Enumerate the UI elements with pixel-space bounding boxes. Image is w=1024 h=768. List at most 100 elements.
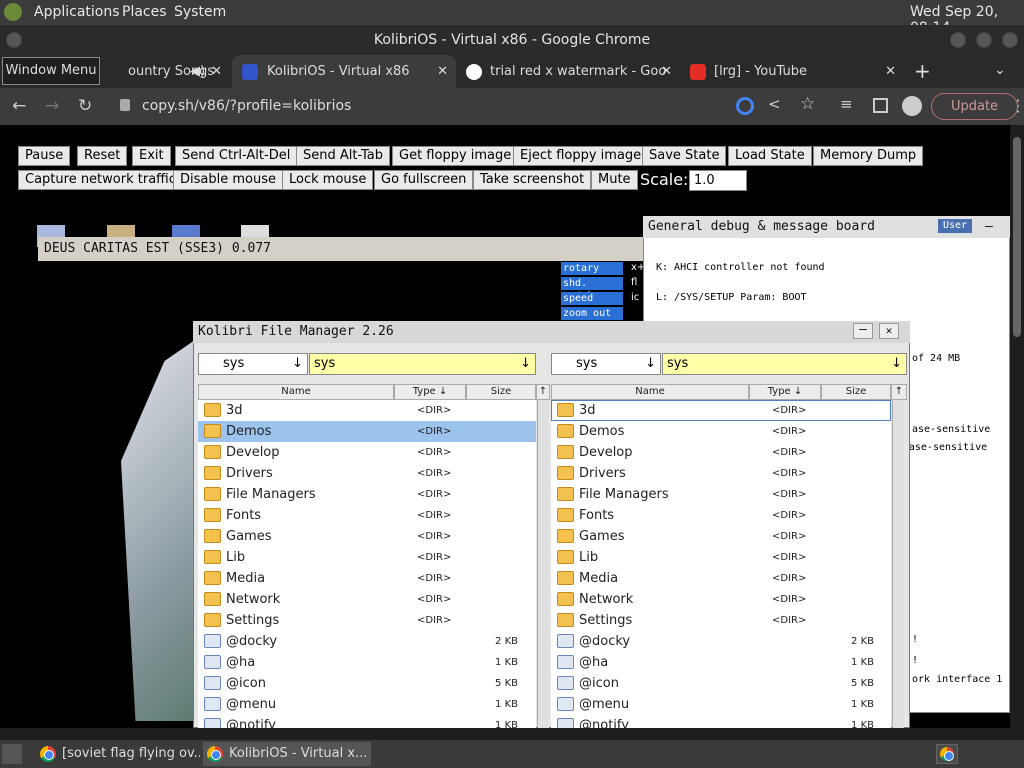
file-row[interactable]: @docky 2 KB	[198, 631, 536, 652]
file-row[interactable]: Fonts <DIR>	[198, 505, 536, 526]
minimize-icon[interactable]: –	[853, 323, 873, 339]
file-row[interactable]: Games <DIR>	[551, 526, 891, 547]
tab-country-songs[interactable]: ountry Songs ◀) ✕	[100, 55, 230, 88]
tab-trial-red-x[interactable]: trial red x watermark - Goo ✕	[458, 55, 680, 88]
file-row[interactable]: Fonts <DIR>	[551, 505, 891, 526]
file-row[interactable]: Develop <DIR>	[551, 442, 891, 463]
user-button[interactable]: User	[938, 219, 972, 233]
file-row[interactable]: Settings <DIR>	[198, 610, 536, 631]
tab-close-icon[interactable]: ✕	[885, 55, 896, 88]
file-row[interactable]: File Managers <DIR>	[198, 484, 536, 505]
show-desktop-icon[interactable]	[2, 744, 22, 764]
google-lens-icon[interactable]	[736, 97, 754, 115]
file-manager-title[interactable]: Kolibri File Manager 2.26 – ✕	[193, 321, 910, 343]
tab-kolibrios[interactable]: KolibriOS - Virtual x86 ✕	[232, 55, 456, 88]
distro-logo-icon[interactable]	[4, 3, 22, 21]
type-column-header[interactable]: Type ↓	[394, 384, 466, 400]
go-fullscreen-button[interactable]: Go fullscreen	[374, 170, 474, 190]
file-row[interactable]: Lib <DIR>	[551, 547, 891, 568]
file-row[interactable]: Drivers <DIR>	[198, 463, 536, 484]
left-scrollbar[interactable]	[537, 400, 549, 728]
size-column-header[interactable]: Size	[466, 384, 536, 400]
pause-button[interactable]: Pause	[18, 146, 71, 166]
demo-window-title[interactable]: DEUS CARITAS EST (SSE3) 0.077	[38, 237, 643, 261]
reload-button[interactable]: ↻	[78, 96, 92, 116]
vertical-scrollbar[interactable]	[1010, 125, 1024, 740]
horizontal-scrollbar[interactable]	[0, 728, 1010, 740]
file-row[interactable]: Demos <DIR>	[551, 421, 891, 442]
type-column-header[interactable]: Type ↓	[749, 384, 821, 400]
load-state-button[interactable]: Load State	[728, 146, 812, 166]
send-ctrl-alt-del-button[interactable]: Send Ctrl-Alt-Del	[175, 146, 298, 166]
scrollbar-thumb[interactable]	[1013, 137, 1021, 337]
scroll-up-button[interactable]: ↑	[536, 384, 550, 400]
minimize-icon[interactable]: –	[985, 216, 993, 238]
file-row[interactable]: @menu 1 KB	[551, 694, 891, 715]
right-path-field[interactable]: sys ↓	[662, 353, 907, 375]
arrow-down-icon[interactable]: ↓	[891, 354, 902, 374]
system-menu[interactable]: System	[174, 4, 226, 20]
forward-button[interactable]: →	[45, 96, 59, 116]
lock-mouse-button[interactable]: Lock mouse	[282, 170, 374, 190]
share-icon[interactable]: <	[768, 95, 781, 113]
eject-floppy-image-button[interactable]: Eject floppy image	[513, 146, 649, 166]
file-row[interactable]: @icon 5 KB	[198, 673, 536, 694]
rotary-button[interactable]: rotary	[561, 262, 623, 275]
file-row[interactable]: Media <DIR>	[198, 568, 536, 589]
close-icon[interactable]: ✕	[879, 323, 899, 339]
name-column-header[interactable]: Name	[198, 384, 394, 400]
file-row[interactable]: Demos <DIR>	[198, 421, 536, 442]
file-row[interactable]: Develop <DIR>	[198, 442, 536, 463]
file-row[interactable]: @notify 1 KB	[198, 715, 536, 728]
taskbar-item[interactable]: [soviet flag flying ov...	[36, 742, 200, 766]
zoom-out-button[interactable]: zoom out	[561, 307, 623, 320]
address-bar[interactable]: copy.sh/v86/?profile=kolibrios	[110, 94, 720, 119]
tab-youtube[interactable]: [lrg] - YouTube ✕	[682, 55, 904, 88]
applications-menu[interactable]: Applications	[34, 4, 120, 20]
file-row[interactable]: @menu 1 KB	[198, 694, 536, 715]
tab-close-icon[interactable]: ✕	[211, 55, 222, 88]
new-tab-button[interactable]: +	[914, 59, 931, 83]
file-row[interactable]: Settings <DIR>	[551, 610, 891, 631]
file-row[interactable]: @docky 2 KB	[551, 631, 891, 652]
left-file-list[interactable]: 3d <DIR> Demos <DIR> Develop <DIR> Drivers <DIR…	[198, 400, 536, 728]
back-button[interactable]: ←	[12, 96, 26, 116]
file-row[interactable]: Games <DIR>	[198, 526, 536, 547]
file-row[interactable]: Network <DIR>	[198, 589, 536, 610]
tab-close-icon[interactable]: ✕	[661, 55, 672, 88]
get-floppy-image-button[interactable]: Get floppy image	[392, 146, 519, 166]
file-row[interactable]: Media <DIR>	[551, 568, 891, 589]
arrow-down-icon[interactable]: ↓	[645, 354, 656, 374]
left-drive-select[interactable]: sys ↓	[198, 353, 308, 375]
tab-search-chevron-icon[interactable]: ⌄	[994, 62, 1006, 78]
minimize-window-button[interactable]	[950, 32, 966, 48]
send-alt-tab-button[interactable]: Send Alt-Tab	[296, 146, 390, 166]
disable-mouse-button[interactable]: Disable mouse	[173, 170, 283, 190]
size-column-header[interactable]: Size	[821, 384, 891, 400]
window-menu-icon[interactable]	[6, 32, 22, 48]
right-drive-select[interactable]: sys ↓	[551, 353, 661, 375]
right-scrollbar[interactable]	[892, 400, 904, 728]
update-button[interactable]: Update	[931, 93, 1018, 120]
mute-button[interactable]: Mute	[591, 170, 638, 190]
reset-button[interactable]: Reset	[77, 146, 128, 166]
arrow-down-icon[interactable]: ↓	[520, 354, 531, 374]
close-window-button[interactable]	[1002, 32, 1018, 48]
speed-button[interactable]: speed	[561, 292, 623, 305]
reading-list-icon[interactable]: ≡	[840, 95, 853, 113]
tab-close-icon[interactable]: ✕	[437, 55, 448, 88]
exit-button[interactable]: Exit	[132, 146, 171, 166]
file-row[interactable]: Drivers <DIR>	[551, 463, 891, 484]
name-column-header[interactable]: Name	[551, 384, 749, 400]
audio-playing-icon[interactable]: ◀)	[190, 55, 205, 88]
file-row[interactable]: @ha 1 KB	[198, 652, 536, 673]
bookmark-star-icon[interactable]: ☆	[800, 94, 815, 114]
file-row[interactable]: @icon 5 KB	[551, 673, 891, 694]
file-row[interactable]: Network <DIR>	[551, 589, 891, 610]
scroll-up-button[interactable]: ↑	[891, 384, 907, 400]
scale-input[interactable]: 1.0	[689, 170, 747, 191]
taskbar-item-active[interactable]: KolibriOS - Virtual x...	[203, 742, 371, 766]
memory-dump-button[interactable]: Memory Dump	[813, 146, 924, 166]
arrow-down-icon[interactable]: ↓	[292, 354, 303, 374]
left-path-field[interactable]: sys ↓	[309, 353, 536, 375]
